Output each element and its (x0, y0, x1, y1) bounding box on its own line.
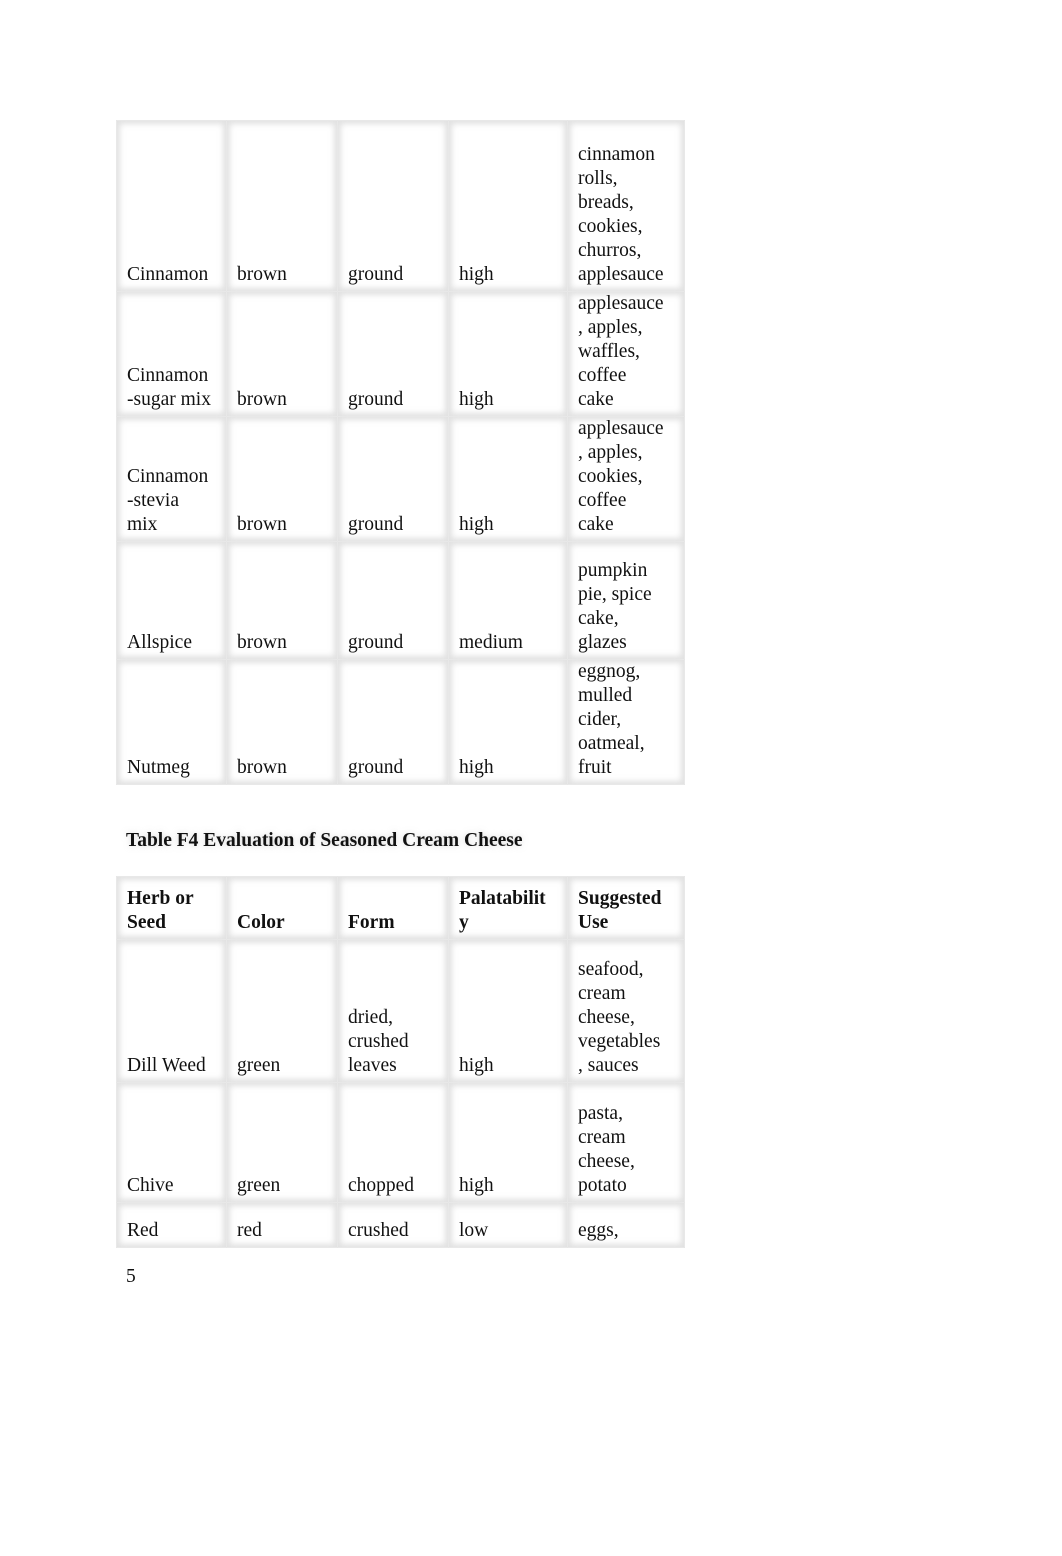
header-suggested-use: Suggested Use (567, 876, 685, 940)
cell-form: ground (337, 120, 449, 292)
cell-spice: Cinnamon -stevia mix (116, 416, 227, 542)
cell-herb: Dill Weed (116, 939, 227, 1083)
cell-herb: Red (116, 1202, 227, 1248)
table-row: Chive green chopped high pasta, cream ch… (116, 1082, 685, 1203)
table-row: Cinnamon -sugar mix brown ground high ap… (116, 291, 685, 417)
cell-color: brown (226, 659, 338, 785)
table-f4-seasoned-cream-cheese: Herb or Seed Color Form Palatabilit y Su… (116, 876, 685, 1248)
cell-color: brown (226, 291, 338, 417)
cell-form: ground (337, 291, 449, 417)
header-palatability: Palatabilit y (448, 876, 568, 940)
cell-form: crushed (337, 1202, 449, 1248)
cell-palatability: high (448, 291, 568, 417)
cell-suggested-use: eggnog, mulled cider, oatmeal, fruit (567, 659, 685, 785)
cell-color: brown (226, 541, 338, 660)
cell-herb: Chive (116, 1082, 227, 1203)
cell-spice: Cinnamon (116, 120, 227, 292)
cell-color: brown (226, 120, 338, 292)
cell-spice: Cinnamon -sugar mix (116, 291, 227, 417)
table-row: Allspice brown ground medium pumpkin pie… (116, 541, 685, 660)
cell-suggested-use: pumpkin pie, spice cake, glazes (567, 541, 685, 660)
table-f3-spices: Cinnamon brown ground high cinnamon roll… (116, 120, 685, 785)
table-row: Dill Weed green dried, crushed leaves hi… (116, 939, 685, 1083)
header-herb-or-seed: Herb or Seed (116, 876, 227, 940)
cell-spice: Allspice (116, 541, 227, 660)
cell-form: dried, crushed leaves (337, 939, 449, 1083)
cell-palatability: high (448, 1082, 568, 1203)
cell-palatability: high (448, 939, 568, 1083)
cell-form: ground (337, 416, 449, 542)
cell-palatability: low (448, 1202, 568, 1248)
cell-form: ground (337, 541, 449, 660)
table-header-row: Herb or Seed Color Form Palatabilit y Su… (116, 876, 685, 940)
cell-suggested-use: eggs, (567, 1202, 685, 1248)
cell-color: green (226, 939, 338, 1083)
table-row: Nutmeg brown ground high eggnog, mulled … (116, 659, 685, 785)
cell-color: red (226, 1202, 338, 1248)
cell-palatability: high (448, 416, 568, 542)
table-row: Cinnamon brown ground high cinnamon roll… (116, 120, 685, 292)
cell-suggested-use: applesauce , apples, cookies, coffee cak… (567, 416, 685, 542)
cell-spice: Nutmeg (116, 659, 227, 785)
table-row: Red red crushed low eggs, (116, 1202, 685, 1248)
page-number: 5 (126, 1266, 136, 1287)
cell-suggested-use: cinnamon rolls, breads, cookies, churros… (567, 120, 685, 292)
cell-palatability: medium (448, 541, 568, 660)
table-f4-caption: Table F4 Evaluation of Seasoned Cream Ch… (126, 830, 523, 851)
header-form: Form (337, 876, 449, 940)
cell-color: brown (226, 416, 338, 542)
cell-color: green (226, 1082, 338, 1203)
cell-form: chopped (337, 1082, 449, 1203)
cell-suggested-use: applesauce , apples, waffles, coffee cak… (567, 291, 685, 417)
cell-form: ground (337, 659, 449, 785)
table-row: Cinnamon -stevia mix brown ground high a… (116, 416, 685, 542)
cell-palatability: high (448, 120, 568, 292)
header-color: Color (226, 876, 338, 940)
cell-suggested-use: seafood, cream cheese, vegetables , sauc… (567, 939, 685, 1083)
cell-suggested-use: pasta, cream cheese, potato (567, 1082, 685, 1203)
cell-palatability: high (448, 659, 568, 785)
